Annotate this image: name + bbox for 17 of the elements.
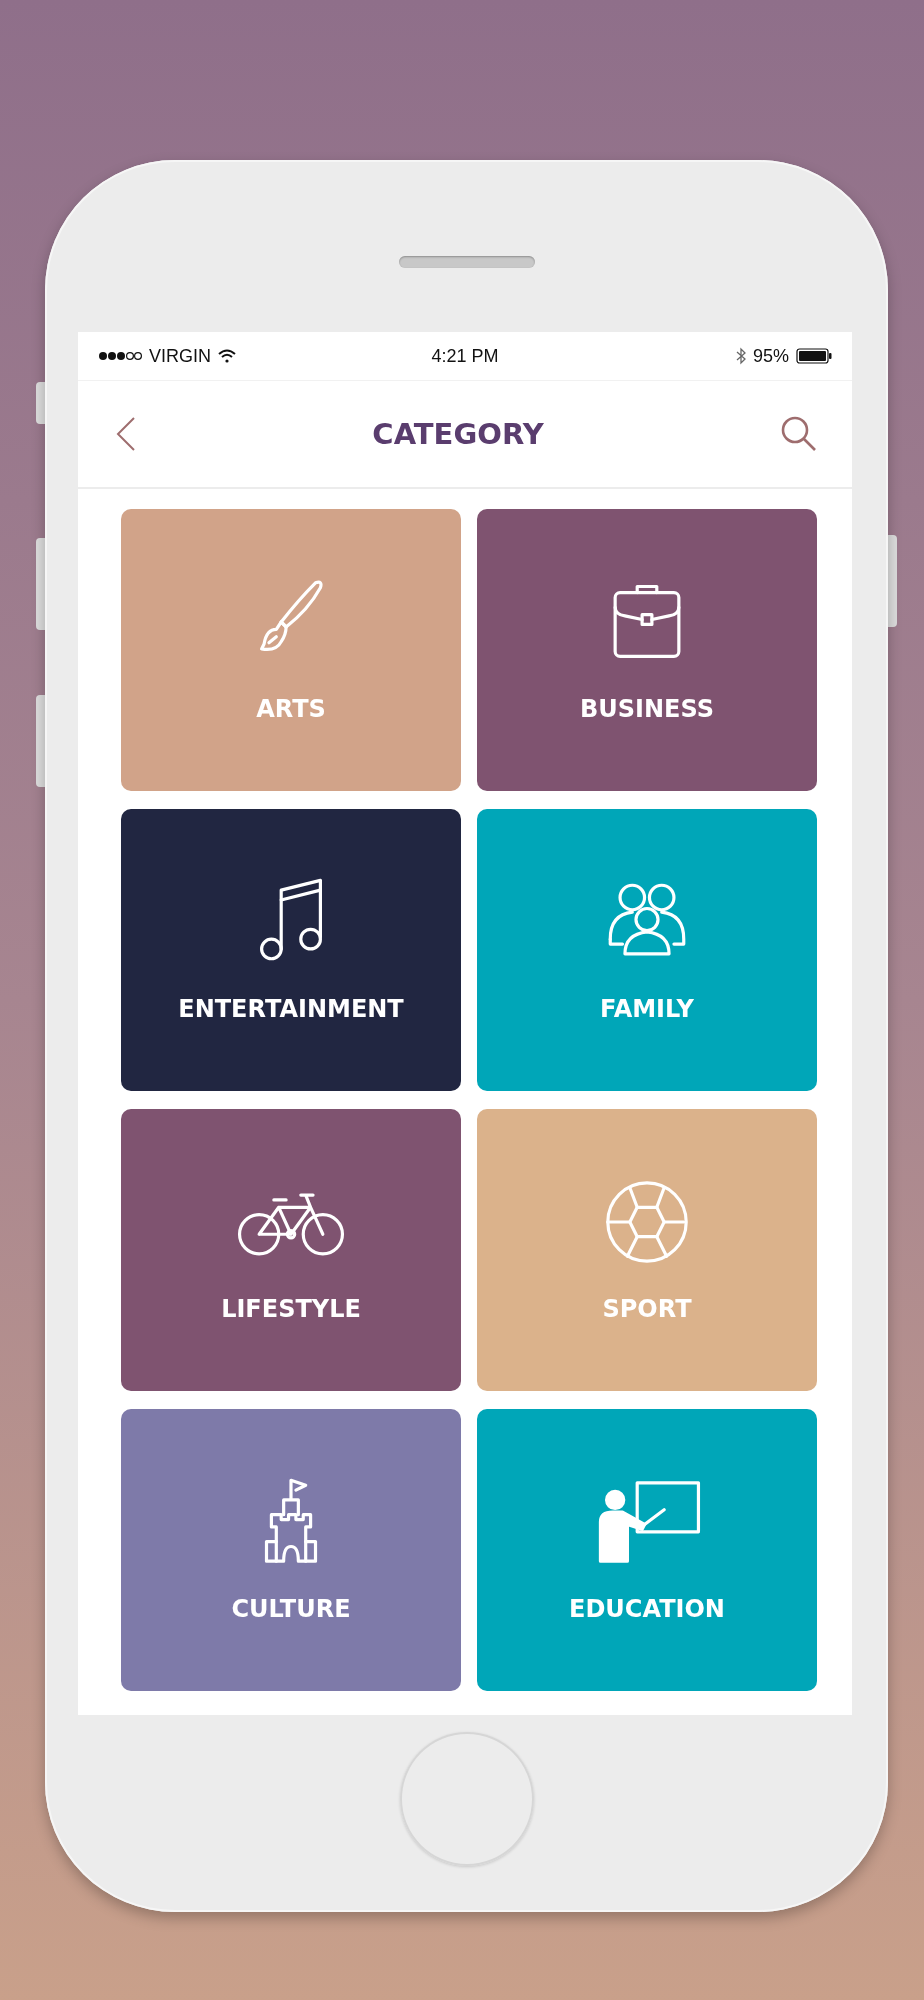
category-tile[interactable]: ENTERTAINMENT <box>121 809 461 1091</box>
battery-percent: 95% <box>752 345 789 367</box>
page-title: CATEGORY <box>372 417 544 451</box>
category-tile[interactable]: LIFESTYLE <box>121 1109 461 1391</box>
category-tile[interactable]: FAMILY <box>477 809 817 1091</box>
battery-icon <box>796 348 832 364</box>
wifi-icon <box>218 349 236 363</box>
back-button[interactable] <box>116 416 136 452</box>
category-tile[interactable]: EDUCATION <box>477 1409 817 1691</box>
bluetooth-icon <box>735 347 746 365</box>
category-tile[interactable]: CULTURE <box>121 1409 461 1691</box>
carrier-name: VIRGIN <box>149 345 211 367</box>
status-time: 4:21 PM <box>431 345 499 367</box>
category-tile[interactable]: ARTS <box>121 509 461 791</box>
signal-icon <box>98 351 142 361</box>
search-button[interactable] <box>780 415 818 453</box>
category-tile[interactable]: BUSINESS <box>477 509 817 791</box>
